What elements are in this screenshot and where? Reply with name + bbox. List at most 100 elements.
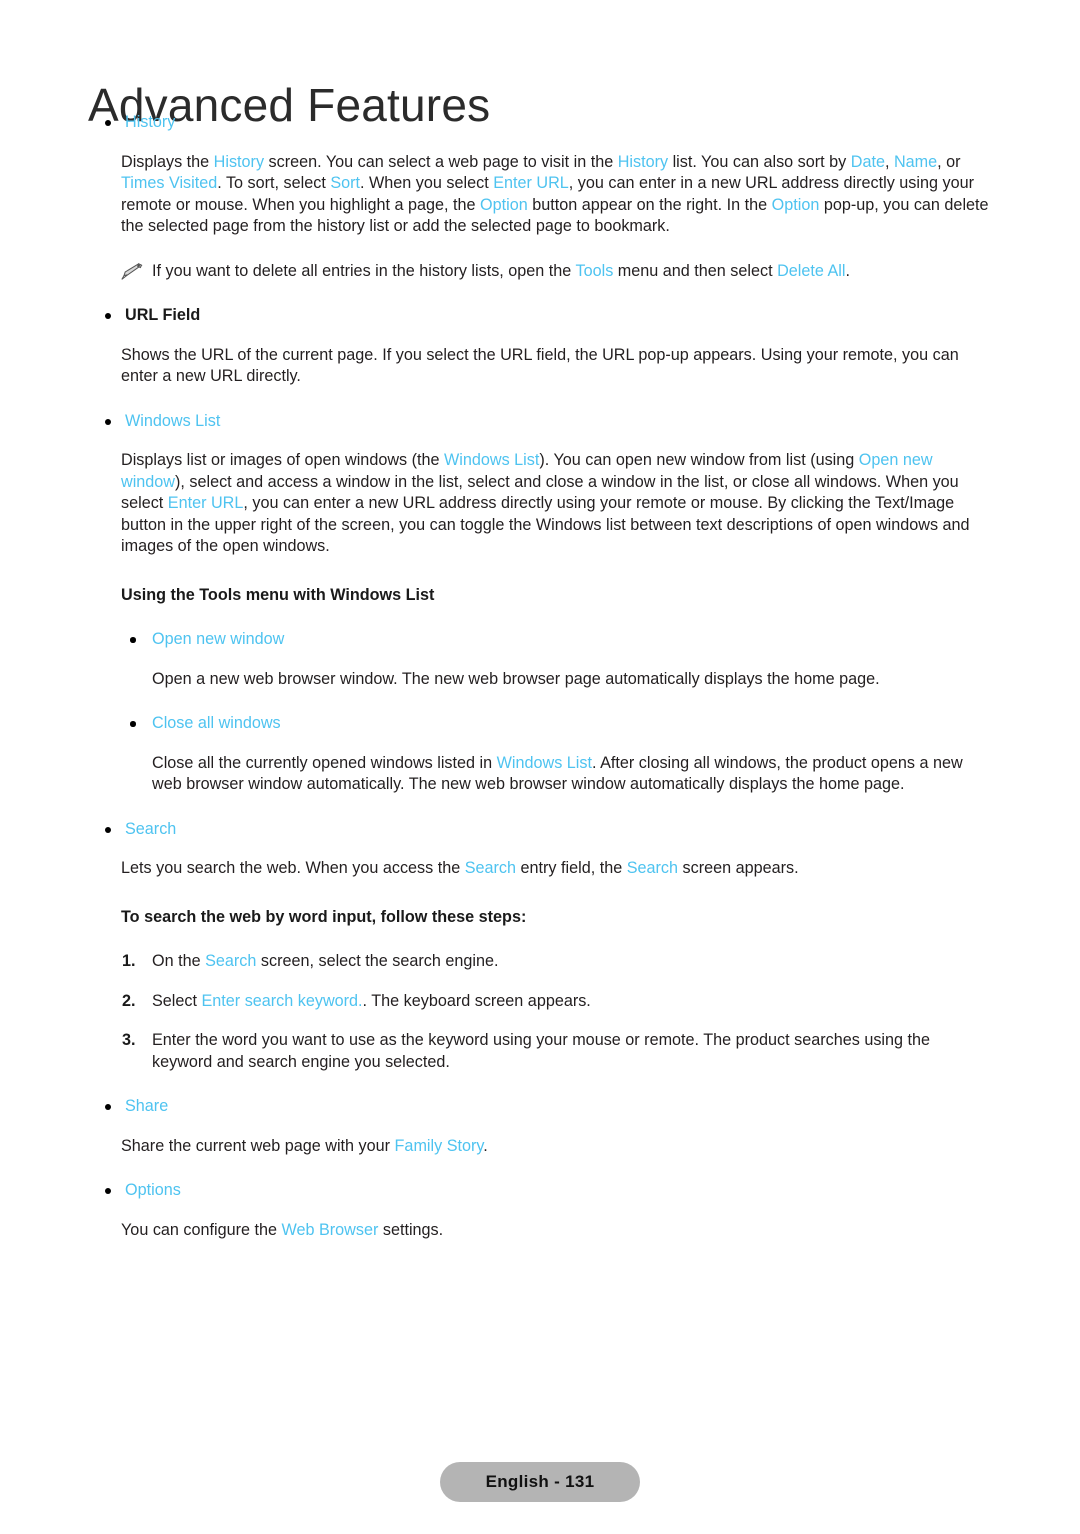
bullet-label-close-all-windows: Close all windows (152, 714, 281, 732)
step-number: 1. (122, 952, 136, 970)
text-run: Enter the word you want to use as the ke… (152, 1031, 931, 1071)
highlight-term: Search (626, 859, 679, 877)
pencil-icon (121, 262, 143, 281)
paragraph-open-new-window: Open a new web browser window. The new w… (152, 669, 880, 688)
paragraph-close-all-windows: Close all the currently opened windows l… (0, 753, 1080, 796)
text-run: screen, select the search engine. (256, 952, 499, 970)
bullet-dot-icon (105, 313, 111, 319)
text-run: Share the current web page with your (121, 1136, 395, 1155)
step-number: 2. (122, 991, 136, 1010)
bullet-item-share: Share (0, 1096, 1080, 1118)
highlight-term: Windows List (496, 753, 592, 772)
text-run: screen appears. (678, 859, 799, 877)
bullet-item-windows-list: Windows List (0, 411, 1080, 433)
text-run: . (483, 1136, 488, 1155)
bullet-label-options: Options (125, 1181, 181, 1199)
text-run: settings. (378, 1220, 444, 1239)
subheading-tools-menu: Using the Tools menu with Windows List (121, 585, 435, 604)
text-run: Close all the currently opened windows l… (152, 753, 497, 772)
bullet-label-open-new-window: Open new window (152, 630, 285, 648)
step-item-1: 1. On the Search screen, select the searc… (0, 951, 1080, 973)
text-run: You can configure the (121, 1220, 282, 1239)
highlight-term: Web Browser (281, 1220, 379, 1239)
text-run: button appear on the right. In the (527, 195, 772, 214)
highlight-term: Enter search keyword. (201, 991, 363, 1010)
highlight-term: Sort (330, 174, 361, 192)
text-run: Displays list or images of open windows … (121, 451, 444, 469)
step-number: 3. (122, 1031, 136, 1049)
text-run: Select (152, 991, 202, 1010)
highlight-term: Delete All (777, 261, 846, 280)
paragraph-history: Displays the History screen. You can sel… (0, 152, 1080, 238)
bullet-label-search: Search (125, 819, 177, 838)
text-run: . To sort, select (217, 174, 331, 192)
text-run: screen. You can select a web page to vis… (264, 152, 618, 171)
page-content: History Displays the History screen. You… (0, 112, 1080, 1241)
bullet-dot-icon (105, 120, 111, 126)
bullet-dot-icon (105, 826, 111, 833)
text-run: Displays the (121, 152, 214, 171)
bullet-item-search: Search (0, 819, 1080, 841)
bullet-dot-icon (105, 1188, 111, 1194)
step-item-3: 3. Enter the word you want to use as the … (0, 1030, 1080, 1073)
text-run: If you want to delete all entries in the… (152, 261, 576, 280)
highlight-term: Name (893, 152, 938, 171)
paragraph-share: Share the current web page with your Fam… (0, 1136, 1080, 1158)
highlight-term: Tools (575, 261, 614, 280)
highlight-term: Windows List (444, 451, 540, 469)
bullet-dot-icon (105, 418, 111, 425)
highlight-term: Option (480, 195, 528, 214)
bullet-label-share: Share (125, 1097, 169, 1115)
bullet-item-url-field: URL Field (0, 305, 1080, 327)
bullet-item-open-new-window: Open new window (0, 629, 1080, 651)
text-run: On the (152, 952, 206, 970)
document-page: Advanced Features History Displays the H… (0, 0, 1080, 1534)
text-run: Lets you search the web. When you access… (121, 859, 465, 877)
bullet-item-close-all-windows: Close all windows (0, 713, 1080, 735)
highlight-term: Enter URL (167, 494, 244, 512)
paragraph-search: Lets you search the web. When you access… (0, 858, 1080, 880)
text-run: ). You can open new window from list (us… (539, 451, 859, 469)
page-footer: English - 131 (0, 1462, 1080, 1502)
bullet-dot-icon (130, 721, 136, 727)
paragraph-windows-list: Displays list or images of open windows … (0, 450, 1080, 558)
note-delete-all: If you want to delete all entries in the… (0, 261, 1080, 283)
bullet-label-windows-list: Windows List (125, 411, 221, 430)
paragraph-options: You can configure the Web Browser settin… (0, 1220, 1080, 1242)
text-run: , or (937, 152, 961, 171)
subheading-search-steps: To search the web by word input, follow … (121, 907, 527, 926)
highlight-term: Date (850, 152, 885, 171)
highlight-term: History (213, 152, 265, 171)
bullet-label-url-field: URL Field (125, 306, 201, 324)
highlight-term: Family Story (394, 1136, 484, 1155)
bullet-item-options: Options (0, 1180, 1080, 1202)
highlight-term: Enter URL (493, 174, 569, 192)
text-run: . (845, 261, 850, 280)
highlight-term: Search (205, 952, 257, 970)
bullet-label-history: History (125, 113, 176, 131)
highlight-term: Times Visited (121, 174, 218, 192)
page-number-badge: English - 131 (439, 1462, 641, 1502)
text-run: menu and then select (613, 261, 778, 280)
step-item-2: 2. Select Enter search keyword.. The keyb… (0, 991, 1080, 1013)
text-run: , you can enter a new URL address direct… (121, 494, 970, 555)
